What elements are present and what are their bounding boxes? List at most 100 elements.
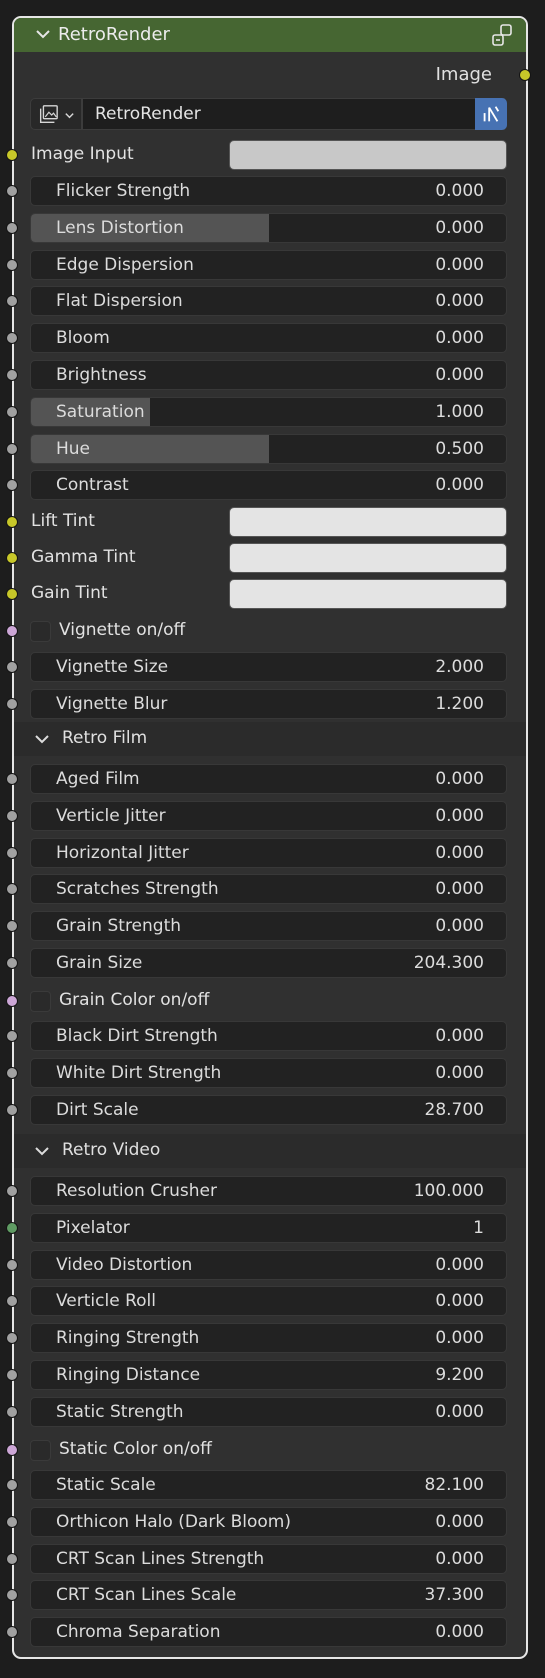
vignette-size-value: 2.000 <box>435 657 484 677</box>
bloom-field[interactable]: Bloom 0.000 <box>30 323 507 354</box>
video-distortion-socket[interactable] <box>6 1258 18 1271</box>
vignette-size-socket[interactable] <box>6 661 18 673</box>
chroma-separation-field[interactable]: Chroma Separation 0.000 <box>30 1617 507 1648</box>
verticle-jitter-value: 0.000 <box>435 805 484 826</box>
gain-tint-color[interactable] <box>229 579 507 609</box>
aged-film-field[interactable]: Aged Film 0.000 <box>30 764 507 794</box>
hue-field[interactable]: Hue 0.500 <box>30 433 507 464</box>
image-input-color[interactable] <box>229 140 507 170</box>
pixelator-field[interactable]: Pixelator 1 <box>30 1212 507 1243</box>
saturation-socket[interactable] <box>6 405 18 418</box>
gain-tint-socket[interactable] <box>6 588 18 600</box>
ringing-strength-field[interactable]: Ringing Strength 0.000 <box>30 1323 507 1354</box>
lens-distortion-label: Lens Distortion <box>56 217 184 238</box>
grain-size-field[interactable]: Grain Size 204.300 <box>30 948 507 978</box>
vignette-blur-socket[interactable] <box>6 698 18 710</box>
verticle-jitter-socket[interactable] <box>6 809 18 822</box>
verticle-roll-label: Verticle Roll <box>56 1291 156 1312</box>
horizontal-jitter-value: 0.000 <box>435 842 484 863</box>
gamma-tint-label: Gamma Tint <box>31 547 136 567</box>
node-header[interactable]: RetroRender <box>14 18 526 52</box>
static-color-toggle-socket[interactable] <box>6 1444 18 1456</box>
retro-video-panel-header[interactable]: Retro Video <box>14 1134 526 1168</box>
static-color-toggle-label: Static Color on/off <box>59 1439 212 1459</box>
crt-scan-lines-strength-field[interactable]: CRT Scan Lines Strength 0.000 <box>30 1543 507 1574</box>
crt-scan-lines-strength-value: 0.000 <box>435 1548 484 1569</box>
resolution-crusher-field[interactable]: Resolution Crusher 100.000 <box>30 1176 507 1206</box>
white-dirt-strength-field[interactable]: White Dirt Strength 0.000 <box>30 1057 507 1088</box>
crt-scan-lines-scale-value: 37.300 <box>424 1585 484 1606</box>
grain-size-socket[interactable] <box>6 957 18 969</box>
horizontal-jitter-socket[interactable] <box>6 846 18 859</box>
brightness-field[interactable]: Brightness 0.000 <box>30 360 507 390</box>
ringing-distance-socket[interactable] <box>6 1369 18 1381</box>
node-group-icon[interactable] <box>490 23 514 47</box>
group-name-field[interactable]: RetroRender <box>82 98 505 130</box>
vignette-blur-field[interactable]: Vignette Blur 1.200 <box>30 689 507 719</box>
brightness-socket[interactable] <box>6 369 18 381</box>
browse-group-button[interactable] <box>30 98 82 130</box>
static-scale-label: Static Scale <box>56 1475 156 1495</box>
crt-scan-lines-strength-socket[interactable] <box>6 1552 18 1565</box>
flicker-strength-field[interactable]: Flicker Strength 0.000 <box>30 176 507 206</box>
white-dirt-strength-socket[interactable] <box>6 1066 18 1079</box>
static-scale-value: 82.100 <box>424 1475 484 1495</box>
output-image-socket[interactable] <box>519 69 531 81</box>
static-color-checkbox[interactable] <box>30 1440 51 1461</box>
black-dirt-strength-socket[interactable] <box>6 1030 18 1042</box>
scratches-strength-field[interactable]: Scratches Strength 0.000 <box>30 874 507 905</box>
contrast-field[interactable]: Contrast 0.000 <box>30 470 507 501</box>
static-scale-field[interactable]: Static Scale 82.100 <box>30 1470 507 1500</box>
gamma-tint-socket[interactable] <box>6 552 18 564</box>
verticle-roll-value: 0.000 <box>435 1291 484 1312</box>
lens-distortion-socket[interactable] <box>6 221 18 234</box>
orthicon-halo-dark-bloom-socket[interactable] <box>6 1515 18 1528</box>
static-strength-field[interactable]: Static Strength 0.000 <box>30 1396 507 1427</box>
black-dirt-strength-field[interactable]: Black Dirt Strength 0.000 <box>30 1021 507 1051</box>
node-group-selector[interactable]: RetroRender <box>30 98 507 130</box>
grain-color-toggle-socket[interactable] <box>6 995 18 1007</box>
dirt-scale-socket[interactable] <box>6 1103 18 1116</box>
flat-dispersion-field[interactable]: Flat Dispersion 0.000 <box>30 286 507 317</box>
pixelator-socket[interactable] <box>6 1221 18 1234</box>
image-input-label: Image Input <box>31 144 134 164</box>
lens-distortion-field[interactable]: Lens Distortion 0.000 <box>30 212 507 243</box>
static-scale-socket[interactable] <box>6 1479 18 1491</box>
ringing-strength-value: 0.000 <box>435 1328 484 1349</box>
hue-socket[interactable] <box>6 442 18 455</box>
crt-scan-lines-scale-label: CRT Scan Lines Scale <box>56 1585 237 1606</box>
crt-scan-lines-scale-field[interactable]: CRT Scan Lines Scale 37.300 <box>30 1580 507 1611</box>
horizontal-jitter-field[interactable]: Horizontal Jitter 0.000 <box>30 837 507 868</box>
vignette-checkbox[interactable] <box>30 621 51 642</box>
lift-tint-socket[interactable] <box>6 516 18 528</box>
verticle-jitter-field[interactable]: Verticle Jitter 0.000 <box>30 800 507 831</box>
resolution-crusher-socket[interactable] <box>6 1185 18 1197</box>
static-strength-socket[interactable] <box>6 1405 18 1418</box>
vignette-blur-label: Vignette Blur <box>56 694 168 714</box>
grain-strength-field[interactable]: Grain Strength 0.000 <box>30 911 507 942</box>
orthicon-halo-dark-bloom-field[interactable]: Orthicon Halo (Dark Bloom) 0.000 <box>30 1506 507 1537</box>
grain-color-checkbox[interactable] <box>30 991 51 1012</box>
fake-user-button[interactable] <box>475 98 507 130</box>
dirt-scale-field[interactable]: Dirt Scale 28.700 <box>30 1094 507 1125</box>
lift-tint-color[interactable] <box>229 507 507 537</box>
ringing-distance-field[interactable]: Ringing Distance 9.200 <box>30 1360 507 1390</box>
edge-dispersion-socket[interactable] <box>6 258 18 271</box>
retro-film-panel-header[interactable]: Retro Film <box>14 722 526 756</box>
scratches-strength-value: 0.000 <box>435 879 484 900</box>
image-input-socket[interactable] <box>6 149 18 161</box>
verticle-roll-field[interactable]: Verticle Roll 0.000 <box>30 1286 507 1317</box>
static-strength-value: 0.000 <box>435 1401 484 1422</box>
flicker-strength-socket[interactable] <box>6 185 18 197</box>
saturation-field[interactable]: Saturation 1.000 <box>30 396 507 427</box>
orthicon-halo-dark-bloom-label: Orthicon Halo (Dark Bloom) <box>56 1511 291 1532</box>
gamma-tint-color[interactable] <box>229 543 507 573</box>
aged-film-socket[interactable] <box>6 773 18 785</box>
vignette-toggle-socket[interactable] <box>6 625 18 637</box>
orthicon-halo-dark-bloom-value: 0.000 <box>435 1511 484 1532</box>
vignette-size-field[interactable]: Vignette Size 2.000 <box>30 652 507 682</box>
white-dirt-strength-label: White Dirt Strength <box>56 1062 222 1083</box>
edge-dispersion-field[interactable]: Edge Dispersion 0.000 <box>30 249 507 280</box>
video-distortion-field[interactable]: Video Distortion 0.000 <box>30 1249 507 1280</box>
collapse-chevron-icon[interactable] <box>33 24 53 44</box>
